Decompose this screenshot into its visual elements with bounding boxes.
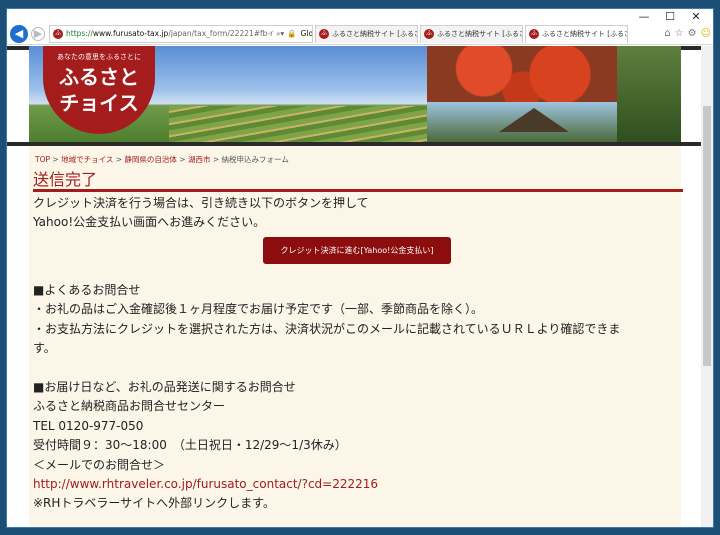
- tab-3-active[interactable]: ふ ふるさと納税サイト [ふるさとチ... ✕: [525, 24, 628, 43]
- home-icon[interactable]: ⌂: [664, 28, 670, 39]
- banner-photo-crabs: [427, 46, 617, 102]
- logo-line-1: ふるさと: [59, 65, 139, 89]
- contact-link[interactable]: http://www.rhtraveler.co.jp/furusato_con…: [33, 477, 378, 491]
- main-content: TOP > 地域でチョイス > 静岡県の自治体 > 湖西市 > 納税申込みフォー…: [29, 146, 683, 527]
- faq-item-delivery: ・お礼の品はご入金確認後１ヶ月程度でお届け予定です（一部、季節商品を除く）。: [33, 302, 484, 317]
- breadcrumb: TOP > 地域でチョイス > 静岡県の自治体 > 湖西市 > 納税申込みフォー…: [35, 155, 289, 164]
- contact-mail-title: ＜メールでのお問合せ＞: [33, 457, 166, 472]
- contact-tel: TEL 0120-977-050: [33, 418, 144, 433]
- contact-hours: 受付時間９：30～18:00 （土日祝日・12/29～1/3休み）: [33, 438, 347, 453]
- credit-payment-button[interactable]: クレジット決済に進む[Yahoo!公金支払い]: [263, 237, 451, 264]
- header-banner: あなたの意思をふるさとに ふるさと チョイス: [29, 46, 681, 142]
- banner-rice-terrace: [169, 106, 429, 142]
- lock-icon[interactable]: 🔒: [287, 29, 296, 38]
- browser-tools: ⌂ ☆ ⚙ ☺: [664, 28, 711, 39]
- browser-toolbar: ◀ ▶ ふ https:// www.furusato-tax.jp /japa…: [7, 23, 713, 45]
- tab-title: ふるさと納税サイト [ふるさとチョイ...: [332, 30, 417, 38]
- address-bar[interactable]: ふ https:// www.furusato-tax.jp /japan/ta…: [49, 24, 313, 43]
- url-path: /japan/tax_form/22221#fb-r: [168, 29, 274, 38]
- title-underline: [33, 189, 683, 192]
- faq-title: ■よくあるお問合せ: [33, 283, 141, 297]
- instructions: クレジット決済を行う場合は、引き続き以下のボタンを押して Yahoo!公金支払い…: [33, 194, 369, 232]
- tab-1[interactable]: ふ ふるさと納税サイト [ふるさとチョイ...: [315, 24, 418, 43]
- url-host: www.furusato-tax.jp: [92, 29, 169, 38]
- breadcrumb-city[interactable]: 湖西市: [188, 155, 211, 164]
- breadcrumb-current: 納税申込みフォーム: [221, 155, 289, 164]
- breadcrumb-top[interactable]: TOP: [35, 155, 50, 164]
- breadcrumb-region[interactable]: 地域でチョイス: [61, 155, 113, 164]
- tab-title: ふるさと納税サイト [ふるさとチ...: [542, 30, 627, 38]
- breadcrumb-prefecture[interactable]: 静岡県の自治体: [124, 155, 177, 164]
- favorites-star-icon[interactable]: ☆: [675, 28, 684, 39]
- banner-photo-forest: [617, 46, 681, 142]
- faq-item-payment: ・お支払方法にクレジットを選択された方は、決済状況がこのメールに記載されているＵ…: [33, 321, 621, 336]
- instruction-line-1: クレジット決済を行う場合は、引き続き以下のボタンを押して: [33, 196, 369, 210]
- vertical-scrollbar[interactable]: [701, 46, 713, 527]
- feedback-smiley-icon[interactable]: ☺: [701, 28, 711, 39]
- contact-center: ふるさと納税商品お問合せセンター: [33, 399, 226, 414]
- tab-favicon-icon: ふ: [529, 29, 539, 39]
- browser-window: — ☐ ✕ ◀ ▶ ふ https:// www.furusato-tax.jp…: [6, 8, 714, 528]
- faq-item-payment-cont: す。: [33, 341, 56, 356]
- forward-arrow-icon[interactable]: ▶: [31, 26, 45, 41]
- tab-title: ふるさと納税サイト [ふるさとチョイ...: [437, 30, 522, 38]
- logo-tagline: あなたの意思をふるさとに: [57, 53, 141, 61]
- certificate-label[interactable]: GlobalSign によって認証: [301, 28, 312, 39]
- search-icon[interactable]: ⌕▾: [276, 29, 284, 39]
- tab-favicon-icon: ふ: [424, 29, 434, 39]
- settings-gear-icon[interactable]: ⚙: [688, 28, 697, 39]
- logo-line-2: チョイス: [59, 91, 139, 115]
- url-scheme: https://: [66, 29, 93, 38]
- web-page: あなたの意思をふるさとに ふるさと チョイス TOP > 地域でチョイス > 静…: [7, 46, 703, 527]
- page-title: 送信完了: [33, 170, 98, 189]
- scrollbar-thumb[interactable]: [703, 106, 711, 366]
- tab-favicon-icon: ふ: [319, 29, 329, 39]
- faq-section: ■よくあるお問合せ ・お礼の品はご入金確認後１ヶ月程度でお届け予定です（一部、季…: [33, 281, 673, 514]
- contact-note: ※RHトラベラーサイトへ外部リンクします。: [33, 496, 275, 511]
- site-favicon-icon: ふ: [53, 28, 63, 39]
- instruction-line-2: Yahoo!公金支払い画面へお進みください。: [33, 215, 266, 229]
- back-arrow-icon[interactable]: ◀: [10, 24, 28, 43]
- tab-2[interactable]: ふ ふるさと納税サイト [ふるさとチョイ...: [420, 24, 523, 43]
- contact-title: ■お届け日など、お礼の品発送に関するお問合せ: [33, 380, 296, 395]
